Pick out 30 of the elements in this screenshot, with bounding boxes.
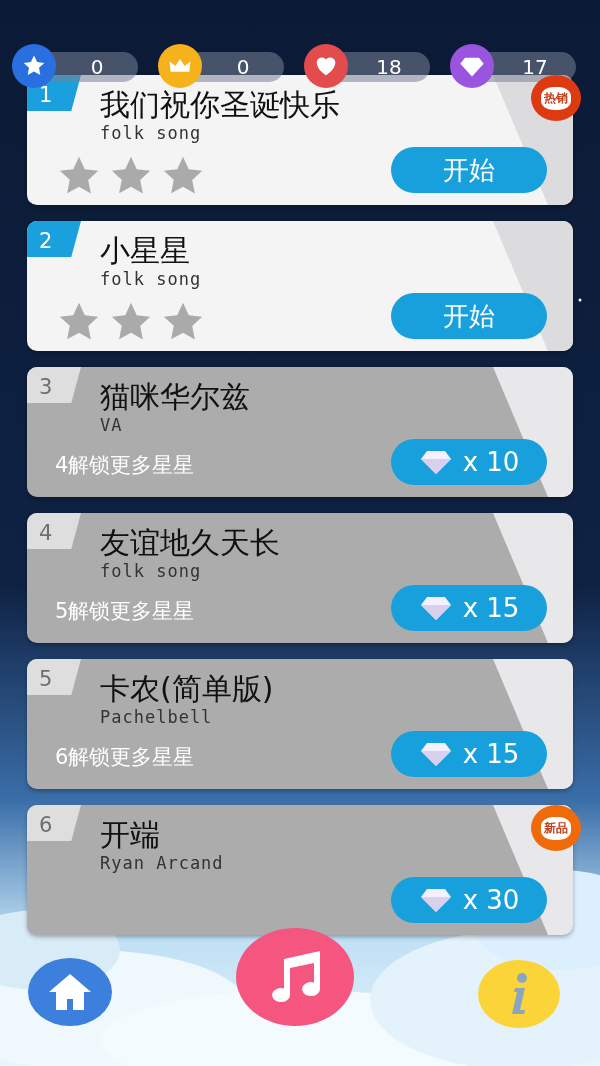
- diamond-icon: [418, 594, 453, 622]
- diamond-icon: [418, 448, 453, 476]
- song-title: 我们祝你圣诞快乐: [100, 86, 340, 124]
- song-card[interactable]: 3 猫咪华尔兹 VA 4解锁更多星星 x 10: [27, 367, 573, 497]
- song-title: 友谊地久天长: [100, 524, 280, 562]
- song-artist: folk song: [100, 561, 202, 581]
- song-artist: Pachelbell: [100, 707, 213, 727]
- song-artist: folk song: [100, 269, 202, 289]
- rank-tab: 2: [27, 221, 81, 257]
- song-artist: VA: [100, 415, 123, 435]
- rank-tab: 6: [27, 805, 81, 841]
- rank-tab: 3: [27, 367, 81, 403]
- crown-icon: [158, 44, 202, 88]
- song-card[interactable]: 5 卡农(简单版) Pachelbell 6解锁更多星星 x 15: [27, 659, 573, 789]
- song-title: 开端: [100, 816, 160, 854]
- diamond-icon: [418, 740, 453, 768]
- song-title: 卡农(简单版): [100, 670, 274, 708]
- unlock-hint: 5解锁更多星星: [55, 598, 195, 625]
- song-artist: Ryan Arcand: [100, 853, 224, 873]
- song-artist: folk song: [100, 123, 202, 143]
- unlock-hint: 4解锁更多星星: [55, 452, 195, 479]
- song-title: 猫咪华尔兹: [100, 378, 250, 416]
- rank-tab: 5: [27, 659, 81, 695]
- song-card[interactable]: 4 友谊地久天长 folk song 5解锁更多星星 x 15: [27, 513, 573, 643]
- diamond-icon: [418, 886, 453, 914]
- song-title: 小星星: [100, 232, 190, 270]
- song-card[interactable]: 2 小星星 folk song 开始: [27, 221, 573, 351]
- unlock-hint: 6解锁更多星星: [55, 744, 195, 771]
- rank-tab: 4: [27, 513, 81, 549]
- home-icon: [47, 972, 93, 1012]
